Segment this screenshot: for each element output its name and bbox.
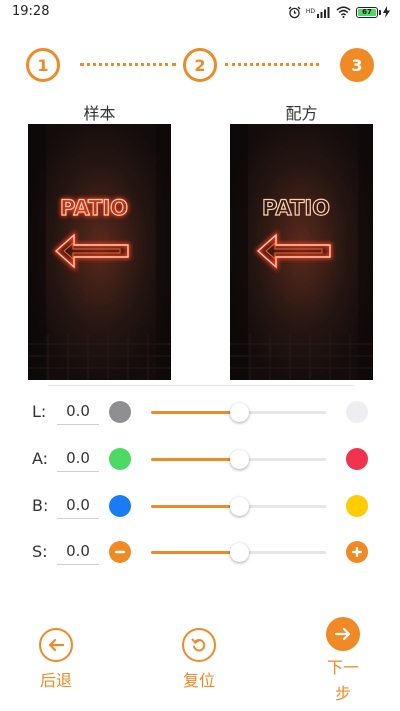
gray-circle-icon — [109, 401, 131, 423]
slider-label-l: L: — [32, 402, 47, 421]
step-3-indicator: 3 — [340, 48, 374, 82]
slider-a[interactable] — [151, 450, 326, 469]
slider-label-a: A: — [32, 449, 49, 468]
sample-label: 样本 — [83, 104, 116, 123]
red-circle-icon — [346, 448, 368, 470]
slider-value-b[interactable]: 0.0 — [57, 493, 99, 519]
progress-stepper: 1 2 3 — [0, 48, 400, 82]
step-connector-1 — [80, 63, 176, 67]
minus-icon[interactable] — [109, 541, 131, 563]
arrow-left-icon — [39, 628, 73, 662]
reset-label: 复位 — [182, 671, 215, 690]
sample-image: PATIO PATIO — [28, 124, 171, 380]
slider-s-fill — [151, 551, 239, 554]
step-1-indicator: 1 — [26, 48, 60, 82]
slider-s[interactable] — [151, 543, 326, 562]
slider-l[interactable] — [151, 403, 326, 422]
status-icons: HD 67 — [288, 4, 390, 20]
slider-b[interactable] — [151, 497, 326, 516]
divider — [48, 385, 353, 386]
slider-b-fill — [151, 505, 239, 508]
formula-image: PATIO — [230, 124, 373, 380]
step-1-number: 1 — [37, 55, 49, 75]
reset-icon — [182, 628, 216, 662]
slider-l-thumb[interactable] — [229, 403, 249, 422]
back-label: 后退 — [39, 671, 72, 690]
slider-value-l[interactable]: 0.0 — [57, 399, 99, 425]
yellow-circle-icon — [346, 495, 368, 517]
slider-a-fill — [151, 458, 239, 461]
next-button[interactable]: 下一 步 — [317, 617, 369, 705]
slider-s-thumb[interactable] — [229, 543, 249, 562]
slider-a-thumb[interactable] — [229, 450, 249, 469]
slider-label-s: S: — [32, 542, 48, 561]
step-2-number: 2 — [194, 55, 206, 75]
slider-value-a[interactable]: 0.0 — [57, 446, 99, 472]
next-label-line1: 下一 — [326, 658, 359, 677]
back-button[interactable]: 后退 — [30, 628, 82, 692]
step-connector-2 — [225, 63, 319, 67]
signal-icon — [317, 6, 331, 18]
slider-row-s: S: 0.0 — [0, 537, 400, 567]
plus-icon[interactable] — [346, 541, 368, 563]
green-circle-icon — [109, 448, 131, 470]
slider-value-s[interactable]: 0.0 — [57, 539, 99, 565]
next-label: 下一 步 — [317, 657, 369, 705]
slider-row-b: B: 0.0 — [0, 491, 400, 521]
light-gray-circle-icon — [346, 401, 368, 423]
step-2-indicator: 2 — [183, 48, 217, 82]
formula-neon-text: PATIO — [262, 196, 330, 220]
step-3-number: 3 — [351, 55, 363, 75]
blue-circle-icon — [109, 495, 131, 517]
network-type-label: HD — [305, 8, 315, 15]
wifi-icon — [336, 6, 351, 18]
battery-level: 67 — [358, 8, 376, 16]
status-bar: 19:28 HD 67 — [0, 0, 400, 24]
slider-b-thumb[interactable] — [229, 497, 249, 516]
arrow-right-icon — [326, 617, 360, 651]
slider-label-b: B: — [32, 496, 49, 515]
slider-l-fill — [151, 411, 239, 414]
reset-button[interactable]: 复位 — [173, 628, 225, 692]
charging-icon — [383, 6, 390, 18]
formula-label: 配方 — [285, 104, 318, 123]
battery-icon: 67 — [356, 6, 381, 18]
sample-neon-text: PATIO — [60, 196, 128, 220]
slider-row-a: A: 0.0 — [0, 444, 400, 474]
status-time: 19:28 — [12, 4, 50, 19]
alarm-icon — [288, 6, 301, 19]
next-label-line2: 步 — [334, 684, 351, 703]
slider-row-l: L: 0.0 — [0, 397, 400, 427]
